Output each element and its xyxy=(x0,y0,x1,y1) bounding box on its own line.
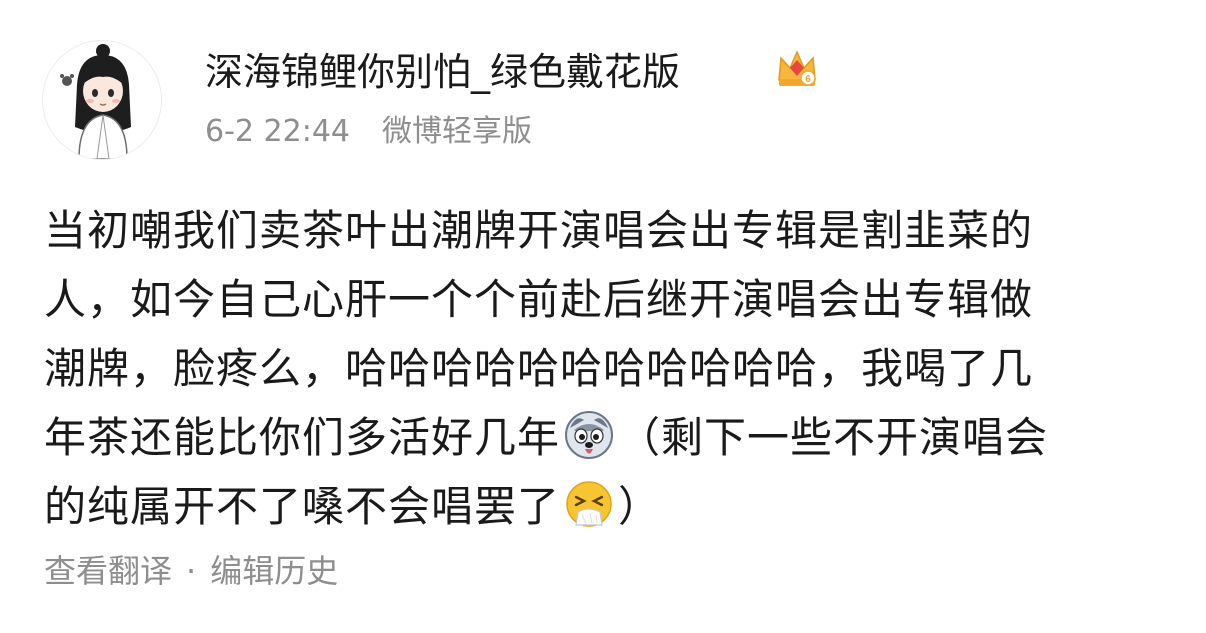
edit-history-link[interactable]: 编辑历史 xyxy=(210,552,338,590)
content-segment: 年茶还能比你们多活好几年 xyxy=(44,413,561,462)
weibo-post: 深海锦鲤你别怕_绿色戴花版 6 6-2 22:44 微博轻享版 当初嘲我们卖茶叶出… xyxy=(0,0,1206,633)
post-meta: 6-2 22:44 微博轻享版 xyxy=(205,112,532,152)
translate-link[interactable]: 查看翻译 xyxy=(44,552,172,590)
husky-dog-emoji-icon xyxy=(564,410,614,460)
post-source[interactable]: 微博轻享版 xyxy=(382,114,532,149)
content-line: 潮牌，脸疼么，哈哈哈哈哈哈哈哈哈哈哈，我喝了几 xyxy=(44,344,1034,393)
author-name[interactable]: 深海锦鲤你别怕_绿色戴花版 xyxy=(205,46,680,98)
post-footer: 查看翻译 · 编辑历史 xyxy=(44,549,338,593)
avatar[interactable] xyxy=(42,40,162,160)
crown-vip-icon[interactable]: 6 xyxy=(775,46,819,90)
svg-text:6: 6 xyxy=(805,74,811,85)
content-line: 当初嘲我们卖茶叶出潮牌开演唱会出专辑是割韭菜的 xyxy=(44,206,1034,255)
content-line: 的纯属开不了嗓不会唱罢了 ） xyxy=(44,472,1164,541)
content-segment: 的纯属开不了嗓不会唱罢了 xyxy=(44,482,561,531)
post-content: 当初嘲我们卖茶叶出潮牌开演唱会出专辑是割韭菜的 人，如今自己心肝一个个前赴后继开… xyxy=(44,196,1164,541)
content-segment: （剩下一些不开演唱会 xyxy=(618,413,1049,462)
post-time: 6-2 22:44 xyxy=(205,114,350,149)
content-segment: ） xyxy=(618,482,662,531)
content-line: 人，如今自己心肝一个个前赴后继开演唱会出专辑做 xyxy=(44,275,1034,324)
sneezing-face-emoji-icon xyxy=(564,479,614,529)
footer-separator: · xyxy=(186,552,197,590)
content-line: 年茶还能比你们多活好几年 （剩下一些不开演唱会 xyxy=(44,403,1164,472)
